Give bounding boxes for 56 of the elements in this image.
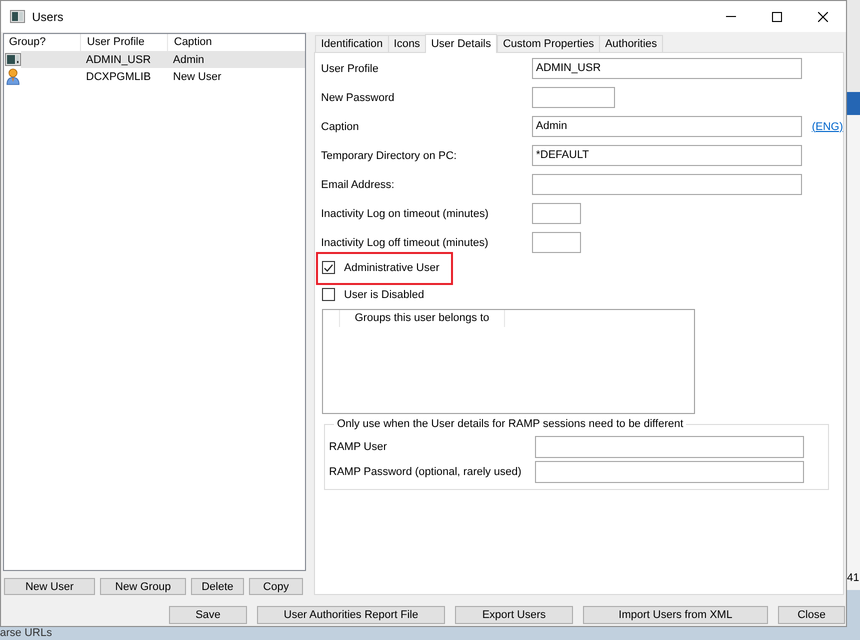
list-action-button[interactable]: New User xyxy=(4,578,95,595)
input-field[interactable]: *DEFAULT xyxy=(532,145,802,166)
minimize-icon xyxy=(726,16,736,17)
window-title: Users xyxy=(32,10,64,24)
list-row[interactable]: DCXPGMLIB New User xyxy=(21,68,305,85)
tab[interactable]: Authorities xyxy=(599,35,664,52)
tab[interactable]: Icons xyxy=(388,35,426,52)
input-field[interactable] xyxy=(532,174,802,195)
window-icon xyxy=(10,10,25,23)
field-label: Inactivity Log on timeout (minutes) xyxy=(321,208,490,220)
dialog-button[interactable]: Import Users from XML xyxy=(583,606,768,624)
checkbox-label[interactable]: Administrative User xyxy=(344,262,440,274)
field-label: Temporary Directory on PC: xyxy=(321,150,458,162)
person-icon xyxy=(6,68,20,85)
input-field[interactable] xyxy=(532,232,581,253)
checkbox-label[interactable]: User is Disabled xyxy=(344,288,424,300)
input-field[interactable] xyxy=(532,203,581,224)
input-field[interactable] xyxy=(532,87,615,108)
field-label: RAMP User xyxy=(329,441,388,453)
checkbox[interactable] xyxy=(322,261,335,274)
tab[interactable]: Identification xyxy=(315,35,388,52)
field-label: New Password xyxy=(321,92,396,104)
list-action-button[interactable]: Copy xyxy=(249,578,303,595)
background-text: arse URLs xyxy=(0,627,53,640)
dialog-button[interactable]: Close xyxy=(778,606,845,624)
list-row[interactable]: ADMIN_USR Admin xyxy=(21,51,305,68)
dialog-button[interactable]: Save xyxy=(169,606,247,624)
language-link[interactable]: (ENG) xyxy=(812,120,843,132)
field-label: Email Address: xyxy=(321,178,396,190)
profile-cell-text: DCXPGMLIB xyxy=(85,70,152,82)
dialog-button[interactable]: User Authorities Report File xyxy=(257,606,445,624)
selection-band xyxy=(847,92,860,115)
caption-cell-text: New User xyxy=(172,70,222,82)
list-action-button[interactable]: New Group xyxy=(100,578,186,595)
input-field[interactable] xyxy=(535,461,804,483)
input-field[interactable] xyxy=(535,436,804,458)
input-field[interactable]: ADMIN_USR xyxy=(532,58,802,79)
maximize-icon xyxy=(772,12,782,22)
tab[interactable]: User Details xyxy=(425,34,497,53)
list-action-button[interactable]: Delete xyxy=(191,578,244,595)
close-icon xyxy=(818,12,828,22)
field-label: RAMP Password (optional, rarely used) xyxy=(329,466,522,478)
field-label: Inactivity Log off timeout (minutes) xyxy=(321,236,490,248)
input-field[interactable]: Admin xyxy=(532,116,802,137)
column-header[interactable]: Caption xyxy=(168,34,305,51)
background-text: 41 xyxy=(847,572,860,585)
caption-cell-text: Admin xyxy=(172,54,204,66)
dialog-button[interactable]: Export Users xyxy=(455,606,573,624)
tab[interactable]: Custom Properties xyxy=(496,35,600,52)
profile-cell-text: ADMIN_USR xyxy=(85,54,152,66)
group-box-title: Only use when the User details for RAMP sessions need to be different xyxy=(336,418,684,430)
column-header[interactable]: Groups this user belongs to xyxy=(340,310,505,327)
checkmark-icon xyxy=(324,264,333,272)
checkbox[interactable] xyxy=(322,288,335,301)
field-label: User Profile xyxy=(321,62,380,74)
field-label: Caption xyxy=(321,120,360,132)
